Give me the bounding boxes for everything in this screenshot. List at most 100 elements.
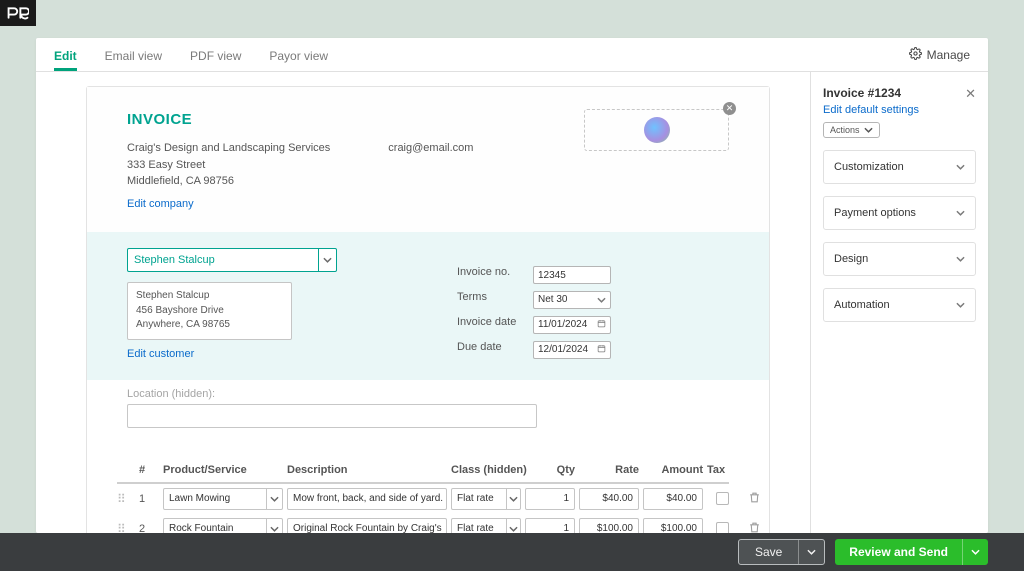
panel-title: Invoice #1234 <box>823 86 976 100</box>
tab-edit[interactable]: Edit <box>54 39 77 71</box>
row-number: 1 <box>139 493 159 505</box>
tax-checkbox[interactable] <box>716 492 729 505</box>
accordion-automation[interactable]: Automation <box>823 288 976 322</box>
brand-logo <box>0 0 36 26</box>
manage-button[interactable]: Manage <box>909 47 970 63</box>
label-location: Location (hidden): <box>127 388 215 400</box>
chevron-down-icon <box>864 127 873 133</box>
actions-label: Actions <box>830 125 860 135</box>
col-amount: Amount <box>643 464 703 476</box>
customer-select-value: Stephen Stalcup <box>134 254 215 266</box>
terms-value: Net 30 <box>538 294 567 305</box>
product-dropdown-toggle[interactable] <box>267 518 283 534</box>
col-qty: Qty <box>525 464 575 476</box>
side-panel: ✕ Invoice #1234 Edit default settings Ac… <box>810 72 988 533</box>
product-input[interactable]: Lawn Mowing <box>163 488 267 510</box>
rate-input[interactable]: $40.00 <box>579 488 639 510</box>
input-due-date[interactable]: 12/01/2024 <box>533 341 611 359</box>
input-invoice-date[interactable]: 11/01/2024 <box>533 316 611 334</box>
col-class: Class (hidden) <box>451 464 521 476</box>
customer-address-box[interactable]: Stephen Stalcup 456 Bayshore Drive Anywh… <box>127 282 292 340</box>
invoice-card: INVOICE Craig's Design and Landscaping S… <box>86 86 770 533</box>
drag-handle-icon[interactable]: ⠿ <box>117 522 135 534</box>
tax-checkbox[interactable] <box>716 522 729 533</box>
due-date-value: 12/01/2024 <box>538 344 588 355</box>
chevron-down-icon <box>956 299 965 311</box>
col-tax: Tax <box>707 464 737 476</box>
description-input[interactable]: Original Rock Fountain by Craig's <box>287 518 447 534</box>
accordion-label: Design <box>834 253 868 265</box>
calendar-icon <box>597 344 606 355</box>
amount-input[interactable]: $100.00 <box>643 518 703 534</box>
product-input[interactable]: Rock Fountain <box>163 518 267 534</box>
company-email: craig@email.com <box>388 140 473 212</box>
logo-dropzone[interactable]: ✕ <box>584 109 729 151</box>
product-dropdown-toggle[interactable] <box>267 488 283 510</box>
label-due-date: Due date <box>457 341 527 360</box>
accordion-label: Customization <box>834 161 904 173</box>
customer-address-line2: Anywhere, CA 98765 <box>136 318 283 333</box>
delete-row-button[interactable] <box>741 521 767 534</box>
manage-label: Manage <box>927 48 970 62</box>
save-dropdown-toggle[interactable] <box>798 540 824 564</box>
gear-icon <box>909 47 922 63</box>
label-terms: Terms <box>457 291 527 310</box>
close-panel-button[interactable]: ✕ <box>965 86 976 102</box>
footer-bar: Save Review and Send <box>0 533 1024 571</box>
accordion-label: Automation <box>834 299 890 311</box>
accordion-design[interactable]: Design <box>823 242 976 276</box>
input-location[interactable] <box>127 404 537 428</box>
drag-handle-icon[interactable]: ⠿ <box>117 492 135 506</box>
tab-pdf-view[interactable]: PDF view <box>190 39 241 71</box>
edit-default-settings-link[interactable]: Edit default settings <box>823 104 976 116</box>
customer-address-name: Stephen Stalcup <box>136 289 283 304</box>
globe-icon <box>644 117 670 143</box>
chevron-down-icon <box>318 249 336 271</box>
qty-input[interactable]: 1 <box>525 518 575 534</box>
col-description: Description <box>287 464 447 476</box>
edit-customer-link[interactable]: Edit customer <box>127 348 357 360</box>
save-button[interactable]: Save <box>738 539 825 565</box>
tab-email-view[interactable]: Email view <box>105 39 162 71</box>
description-input[interactable]: Mow front, back, and side of yard. <box>287 488 447 510</box>
app-frame: Edit Email view PDF view Payor view Mana… <box>36 38 988 533</box>
chevron-down-icon <box>956 207 965 219</box>
customer-address-line1: 456 Bayshore Drive <box>136 304 283 319</box>
col-num: # <box>139 464 159 476</box>
edit-company-link[interactable]: Edit company <box>127 196 330 213</box>
select-terms[interactable]: Net 30 <box>533 291 611 309</box>
col-rate: Rate <box>579 464 639 476</box>
accordion-label: Payment options <box>834 207 916 219</box>
company-address-line2: Middlefield, CA 98756 <box>127 173 330 190</box>
company-address-line1: 333 Easy Street <box>127 157 330 174</box>
row-number: 2 <box>139 523 159 534</box>
input-invoice-no[interactable] <box>533 266 611 284</box>
table-row: ⠿ 1 Lawn Mowing Mow front, back, and sid… <box>117 484 729 514</box>
col-product: Product/Service <box>163 464 283 476</box>
tab-payor-view[interactable]: Payor view <box>269 39 328 71</box>
tab-bar: Edit Email view PDF view Payor view Mana… <box>36 38 988 72</box>
label-invoice-no: Invoice no. <box>457 266 527 285</box>
calendar-icon <box>597 319 606 330</box>
chevron-down-icon <box>597 295 606 305</box>
class-input[interactable]: Flat rate <box>451 488 507 510</box>
review-and-send-button[interactable]: Review and Send <box>835 539 988 565</box>
accordion-customization[interactable]: Customization <box>823 150 976 184</box>
remove-logo-button[interactable]: ✕ <box>723 102 736 115</box>
rate-input[interactable]: $100.00 <box>579 518 639 534</box>
customer-select[interactable]: Stephen Stalcup <box>127 248 337 272</box>
label-invoice-date: Invoice date <box>457 316 527 335</box>
save-label: Save <box>739 545 798 559</box>
accordion-payment-options[interactable]: Payment options <box>823 196 976 230</box>
class-input[interactable]: Flat rate <box>451 518 507 534</box>
actions-dropdown[interactable]: Actions <box>823 122 880 138</box>
class-dropdown-toggle[interactable] <box>507 518 521 534</box>
review-label: Review and Send <box>835 545 962 559</box>
amount-input[interactable]: $40.00 <box>643 488 703 510</box>
delete-row-button[interactable] <box>741 491 767 507</box>
invoice-date-value: 11/01/2024 <box>538 319 587 330</box>
qty-input[interactable]: 1 <box>525 488 575 510</box>
chevron-down-icon <box>956 253 965 265</box>
review-dropdown-toggle[interactable] <box>962 539 988 565</box>
class-dropdown-toggle[interactable] <box>507 488 521 510</box>
